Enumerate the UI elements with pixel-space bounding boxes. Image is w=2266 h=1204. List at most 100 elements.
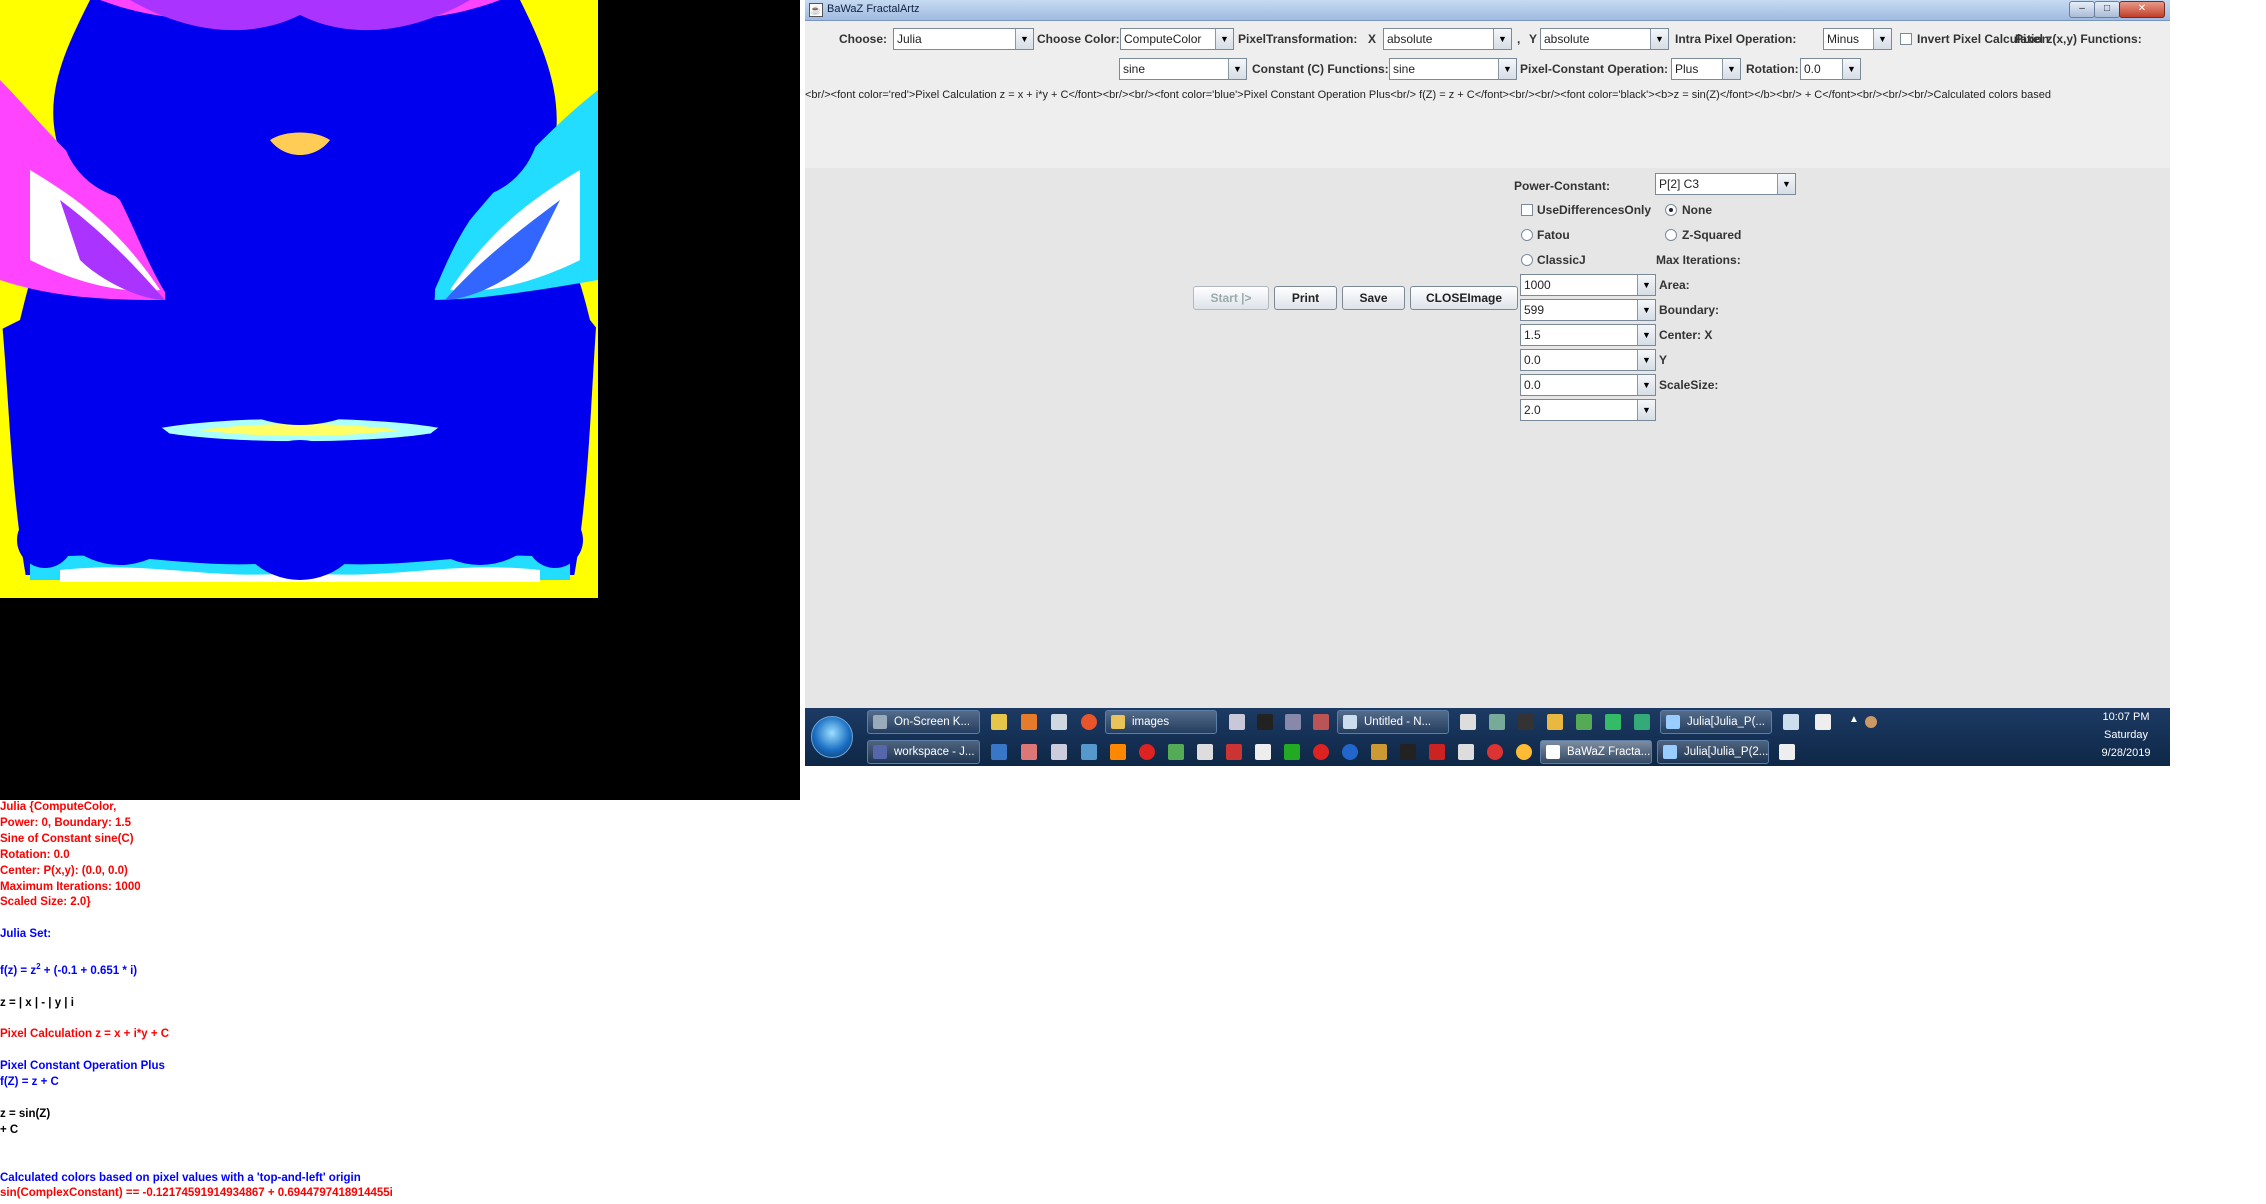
document-icon[interactable] (1815, 714, 1831, 730)
app-icon[interactable] (1460, 714, 1476, 730)
app-icon[interactable] (1783, 714, 1799, 730)
info-line: Center: P(x,y): (0.0, 0.0) (0, 864, 128, 877)
app-icon[interactable] (1400, 744, 1416, 760)
print-button[interactable]: Print (1274, 286, 1337, 310)
app-icon[interactable] (1229, 714, 1245, 730)
taskbar-item-julia-1[interactable]: Julia[Julia_P(... (1660, 710, 1772, 734)
sync-icon[interactable] (1605, 714, 1621, 730)
boundary-select[interactable]: 1.5 ▼ (1520, 324, 1656, 346)
taskbar-item-eclipse-workspace[interactable]: workspace - J... (867, 740, 980, 764)
monitor-icon[interactable] (1081, 744, 1097, 760)
show-hidden-icons[interactable]: ▲ (1849, 714, 1859, 725)
image-viewer-icon (1666, 715, 1680, 729)
classicj-radio[interactable] (1521, 254, 1533, 266)
rotation-select[interactable]: 0.0 ▼ (1800, 58, 1861, 80)
start-button[interactable]: Start |> (1193, 286, 1269, 310)
invert-pixel-checkbox[interactable] (1900, 33, 1912, 45)
center-y-select[interactable]: 0.0 ▼ (1520, 374, 1656, 396)
eclipse-icon (873, 745, 887, 759)
max-iterations-select[interactable]: 1000 ▼ (1520, 274, 1656, 296)
app-icon[interactable] (1255, 744, 1271, 760)
network-icon[interactable] (1865, 716, 1877, 728)
app-icon[interactable] (1634, 714, 1650, 730)
chrome-icon[interactable] (1516, 744, 1532, 760)
pixel-function-select[interactable]: sine ▼ (1119, 58, 1247, 80)
app-icon[interactable] (1489, 714, 1505, 730)
title-bar[interactable]: ☕ BaWaZ FractalArtz – □ ✕ (805, 0, 2170, 21)
close-window-button[interactable]: ✕ (2119, 1, 2165, 18)
save-button[interactable]: Save (1342, 286, 1405, 310)
pixel-constant-operation-select[interactable]: Plus ▼ (1671, 58, 1741, 80)
chevron-down-icon: ▼ (1637, 325, 1655, 345)
keyboard-icon (873, 715, 887, 729)
clock-day: Saturday (2103, 729, 2149, 741)
scale-size-select[interactable]: 2.0 ▼ (1520, 399, 1656, 421)
app-icon[interactable] (1139, 744, 1155, 760)
scale-size-label: ScaleSize: (1659, 378, 1719, 392)
system-clock[interactable]: 10:07 PM Saturday 9/28/2019 (2082, 708, 2170, 766)
taskbar-item-images[interactable]: images (1105, 710, 1217, 734)
chevron-down-icon: ▼ (1493, 29, 1511, 49)
app-icon[interactable] (1342, 744, 1358, 760)
chevron-down-icon: ▼ (1215, 29, 1233, 49)
app-icon[interactable] (1313, 714, 1329, 730)
taskbar-item-untitled-notepad[interactable]: Untitled - N... (1337, 710, 1449, 734)
app-icon[interactable] (1429, 744, 1445, 760)
app-icon[interactable] (1021, 744, 1037, 760)
pixel-constant-operation-label: Pixel-Constant Operation: (1520, 62, 1669, 76)
app-icon[interactable] (1547, 714, 1563, 730)
cmd-icon[interactable] (1257, 714, 1273, 730)
html-source-text: <br/><font color='red'>Pixel Calculation… (805, 89, 2051, 101)
pixel-function-value: sine (1123, 62, 1146, 76)
clipboard-icon[interactable] (1779, 744, 1795, 760)
pixel-transform-y-select[interactable]: absolute ▼ (1540, 28, 1669, 50)
app-icon[interactable] (1285, 714, 1301, 730)
python-icon[interactable] (991, 744, 1007, 760)
center-x-select[interactable]: 0.0 ▼ (1520, 349, 1656, 371)
chevron-down-icon: ▼ (1777, 174, 1795, 194)
firefox-icon[interactable] (1081, 714, 1097, 730)
app-icon[interactable] (1518, 714, 1534, 730)
power-constant-select[interactable]: P[2] C3 ▼ (1655, 173, 1796, 195)
app-icon[interactable] (1021, 714, 1037, 730)
close-image-button[interactable]: CLOSEImage (1410, 286, 1518, 310)
fatou-radio[interactable] (1521, 229, 1533, 241)
taskbar-item-bawaz-fractalartz[interactable]: BaWaZ Fracta... (1540, 740, 1652, 764)
julia-formula: f(z) = z2 + (-0.1 + 0.651 * i) (0, 959, 800, 980)
pixel-transform-x-select[interactable]: absolute ▼ (1383, 28, 1512, 50)
constant-function-select[interactable]: sine ▼ (1389, 58, 1517, 80)
app-icon[interactable] (1487, 744, 1503, 760)
vlc-icon[interactable] (1110, 744, 1126, 760)
taskbar-item-onscreen-keyboard[interactable]: On-Screen K... (867, 710, 980, 734)
fractal-image (0, 0, 598, 598)
rotation-label: Rotation: (1746, 62, 1799, 76)
choose-fractal-select[interactable]: Julia ▼ (893, 28, 1034, 50)
none-radio[interactable] (1665, 204, 1677, 216)
z-squared-radio[interactable] (1665, 229, 1677, 241)
choose-color-select[interactable]: ComputeColor ▼ (1120, 28, 1234, 50)
clock-time: 10:07 PM (2102, 711, 2150, 723)
minimize-button[interactable]: – (2069, 1, 2095, 18)
app-icon[interactable] (1576, 714, 1592, 730)
app-icon[interactable] (1226, 744, 1242, 760)
calculator-icon[interactable] (1197, 744, 1213, 760)
app-icon[interactable] (1371, 744, 1387, 760)
paint-icon[interactable] (1051, 714, 1067, 730)
app-icon[interactable] (1051, 744, 1067, 760)
z-squared-label: Z-Squared (1682, 228, 1742, 242)
intra-pixel-operation-select[interactable]: Minus ▼ (1823, 28, 1892, 50)
fractal-app-window: ☕ BaWaZ FractalArtz – □ ✕ Choose: Julia ▼… (805, 0, 2170, 766)
taskbar-item-julia-2[interactable]: Julia[Julia_P(2... (1657, 740, 1769, 764)
start-button[interactable] (811, 716, 853, 758)
app-icon[interactable] (1284, 744, 1300, 760)
pixel-functions-label: Pixel z(x,y) Functions: (2015, 32, 2142, 46)
maximize-button[interactable]: □ (2094, 1, 2120, 18)
use-differences-checkbox[interactable] (1521, 204, 1533, 216)
notepad-icon (1343, 715, 1357, 729)
notepad-icon[interactable] (991, 714, 1007, 730)
app-icon[interactable] (1458, 744, 1474, 760)
app-icon[interactable] (1313, 744, 1329, 760)
taskbar-item-label: Untitled - N... (1364, 716, 1432, 728)
area-select[interactable]: 599 ▼ (1520, 299, 1656, 321)
app-icon[interactable] (1168, 744, 1184, 760)
